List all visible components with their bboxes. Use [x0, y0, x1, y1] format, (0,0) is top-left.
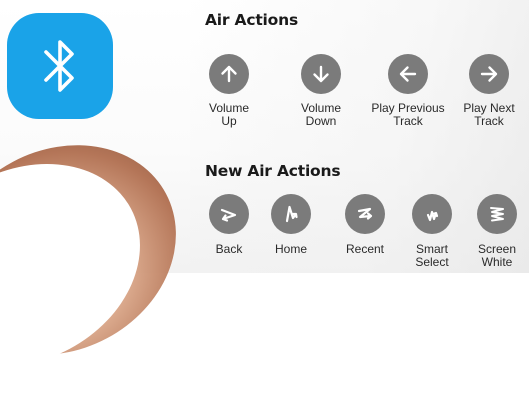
- action-label: Recent: [345, 242, 385, 256]
- action-label: Play Previous Track: [371, 101, 445, 128]
- play-next-track-action: Play Next Track: [444, 54, 529, 128]
- recent-gesture-icon: [345, 194, 385, 234]
- screen-write-gesture-icon: [477, 194, 517, 234]
- action-label: Screen White: [477, 242, 517, 269]
- action-label: Volume Down: [300, 101, 342, 128]
- new-air-actions-title: New Air Actions: [205, 162, 341, 180]
- arrow-right-icon: [469, 54, 509, 94]
- smart-select-gesture-icon: [412, 194, 452, 234]
- arrow-left-icon: [388, 54, 428, 94]
- volume-down-action: Volume Down: [276, 54, 366, 128]
- arrow-up-icon: [209, 54, 249, 94]
- action-label: Smart Select: [415, 242, 449, 269]
- home-gesture-icon: [271, 194, 311, 234]
- action-label: Volume Up: [208, 101, 250, 128]
- bluetooth-icon: [7, 13, 113, 119]
- air-actions-title: Air Actions: [205, 11, 298, 29]
- action-label: Home: [274, 242, 307, 256]
- arrow-down-icon: [301, 54, 341, 94]
- volume-up-action: Volume Up: [184, 54, 274, 128]
- back-gesture-icon: [209, 194, 249, 234]
- play-previous-track-action: Play Previous Track: [363, 54, 453, 128]
- action-label: Play Next Track: [463, 101, 515, 128]
- action-label: Back: [215, 242, 243, 256]
- screen-write-action: Screen White: [452, 194, 529, 269]
